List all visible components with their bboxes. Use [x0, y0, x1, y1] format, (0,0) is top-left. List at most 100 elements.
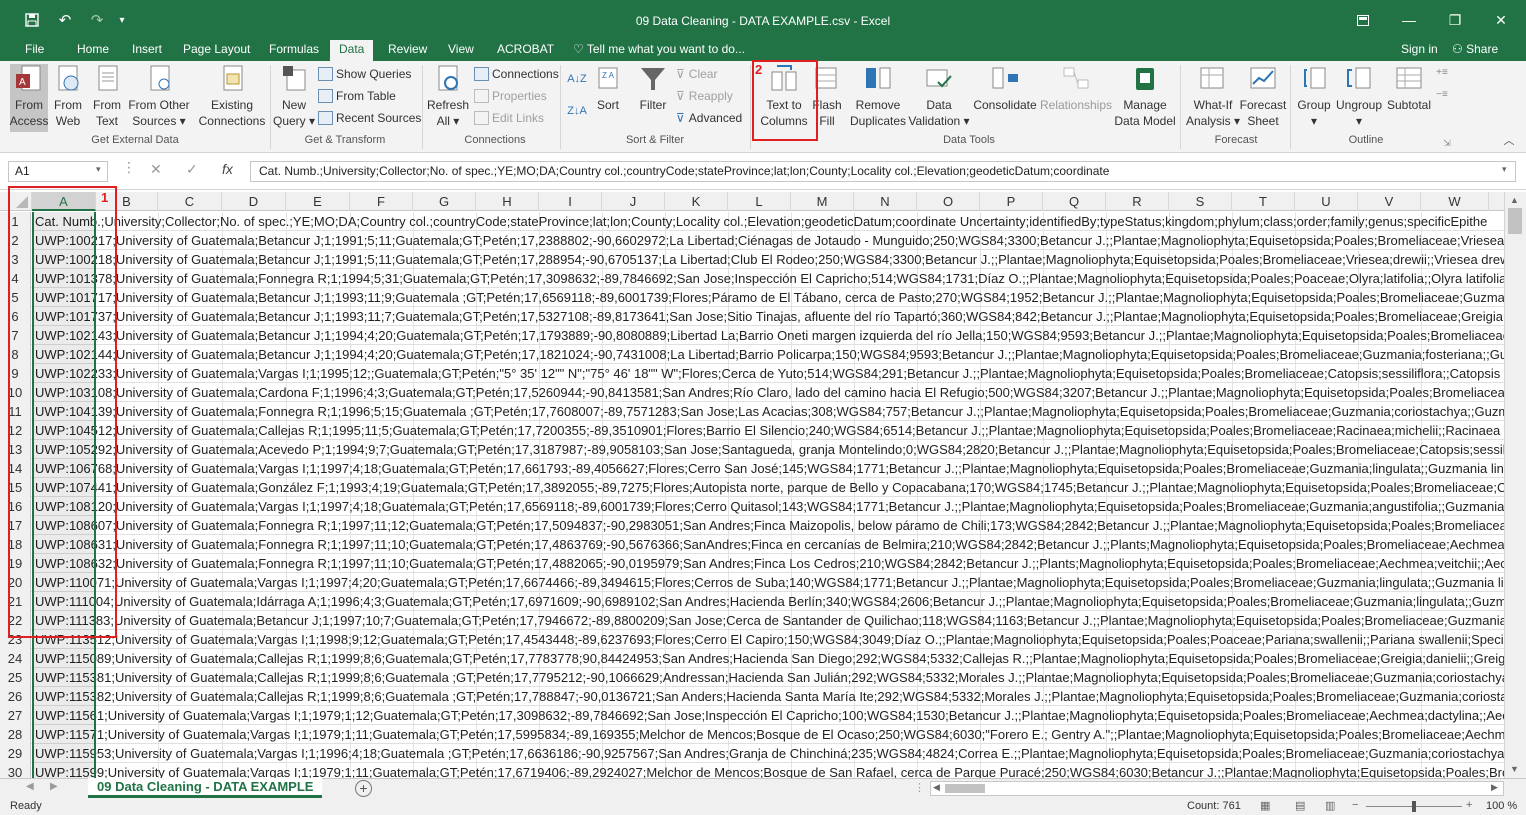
row-cell-text[interactable]: Cat. Numb.;University;Collector;No. of s…	[35, 212, 1487, 231]
row-cell-text[interactable]: UWP:102233;University of Guatemala;Varga…	[35, 364, 1504, 383]
row-cell-text[interactable]: UWP:101737;University of Guatemala;Betan…	[35, 307, 1504, 326]
row-cell-text[interactable]: UWP:102143;University of Guatemala;Betan…	[35, 326, 1504, 345]
outline-dialog-launcher-icon[interactable]: ⇲	[1442, 135, 1452, 151]
edit-links-button[interactable]: Edit Links	[474, 107, 544, 129]
new-sheet-icon[interactable]: +	[355, 780, 372, 797]
column-header-r[interactable]: R	[1106, 192, 1169, 211]
row-cell-text[interactable]: UWP:100218;University of Guatemala;Betan…	[35, 250, 1504, 269]
new-query-button[interactable]: New Query ▾	[273, 64, 315, 129]
ribbon-display-icon[interactable]	[1340, 0, 1386, 40]
refresh-all-button[interactable]: Refresh All ▾	[426, 64, 470, 129]
next-sheet-icon[interactable]: ▶	[50, 781, 58, 792]
tell-me-box[interactable]: ♡ Tell me what you want to do...	[564, 40, 754, 61]
show-queries-button[interactable]: Show Queries	[318, 63, 411, 85]
scroll-right-icon[interactable]: ▶	[1491, 782, 1498, 793]
sort-za-button[interactable]: Z↓A	[566, 103, 588, 119]
column-header-u[interactable]: U	[1295, 192, 1358, 211]
column-header-l[interactable]: L	[728, 192, 791, 211]
row-cell-text[interactable]: UWP:104512;University of Guatemala;Calle…	[35, 421, 1504, 440]
row-cell-text[interactable]: UWP:101717;University of Guatemala;Betan…	[35, 288, 1504, 307]
row-cell-text[interactable]: UWP:11571;University of Guatemala;Vargas…	[35, 725, 1504, 744]
column-header-o[interactable]: O	[917, 192, 980, 211]
row-cell-text[interactable]: UWP:100217;University of Guatemala;Betan…	[35, 231, 1504, 250]
row-header[interactable]: 25	[0, 668, 31, 687]
column-header-s[interactable]: S	[1169, 192, 1232, 211]
column-header-q[interactable]: Q	[1043, 192, 1106, 211]
worksheet-grid[interactable]: A B C D E F G H I J K L M N O P Q R S T …	[0, 192, 1504, 778]
row-header[interactable]: 26	[0, 687, 31, 706]
zoom-out-icon[interactable]: −	[1352, 799, 1358, 811]
properties-button[interactable]: Properties	[474, 85, 547, 107]
close-icon[interactable]: ✕	[1478, 0, 1524, 40]
column-header-k[interactable]: K	[665, 192, 728, 211]
remove-duplicates-button[interactable]: Remove Duplicates	[846, 64, 910, 129]
zoom-in-icon[interactable]: +	[1466, 799, 1472, 811]
name-box[interactable]: A1	[8, 161, 108, 182]
column-header-p[interactable]: P	[980, 192, 1043, 211]
sort-button[interactable]: Z A Sort	[592, 64, 624, 113]
group-button[interactable]: Group ▾	[1294, 64, 1334, 129]
consolidate-button[interactable]: Consolidate	[972, 64, 1038, 113]
filter-button[interactable]: Filter	[636, 64, 670, 113]
column-header-j[interactable]: J	[602, 192, 665, 211]
tab-page-layout[interactable]: Page Layout	[174, 40, 259, 61]
row-cell-text[interactable]: UWP:103108;University of Guatemala;Cardo…	[35, 383, 1504, 402]
from-text-button[interactable]: From Text	[92, 64, 122, 129]
from-table-button[interactable]: From Table	[318, 85, 396, 107]
from-access-button[interactable]: A From Access	[10, 64, 48, 132]
row-header[interactable]: 27	[0, 706, 31, 725]
column-header-f[interactable]: F	[350, 192, 413, 211]
tab-formulas[interactable]: Formulas	[260, 40, 328, 61]
column-header-n[interactable]: N	[854, 192, 917, 211]
reapply-button[interactable]: ⊽ Reapply	[676, 85, 733, 107]
row-cell-text[interactable]: UWP:105292;University of Guatemala;Aceve…	[35, 440, 1504, 459]
page-break-view-icon[interactable]: ▥	[1325, 799, 1335, 812]
forecast-sheet-button[interactable]: Forecast Sheet	[1240, 64, 1286, 129]
what-if-analysis-button[interactable]: What-If Analysis ▾	[1184, 64, 1242, 129]
column-header-e[interactable]: E	[286, 192, 350, 211]
normal-view-icon[interactable]: ▦	[1260, 799, 1270, 812]
row-cell-text[interactable]: UWP:106768;University of Guatemala;Varga…	[35, 459, 1504, 478]
hide-detail-icon[interactable]: −≡	[1434, 87, 1450, 103]
prev-sheet-icon[interactable]: ◀	[26, 781, 34, 792]
tab-view[interactable]: View	[439, 40, 483, 61]
collapse-ribbon-icon[interactable]: ︿	[1502, 133, 1516, 149]
zoom-level[interactable]: 100 %	[1486, 800, 1517, 812]
page-layout-view-icon[interactable]: ▤	[1295, 799, 1305, 812]
tab-home[interactable]: Home	[68, 40, 118, 61]
sign-in-link[interactable]: Sign in	[1401, 40, 1438, 59]
formula-input[interactable]: Cat. Numb.;University;Collector;No. of s…	[250, 161, 1516, 182]
row-cell-text[interactable]: UWP:101378;University of Guatemala;Fonne…	[35, 269, 1504, 288]
row-cell-text[interactable]: UWP:108607;University of Guatemala;Fonne…	[35, 516, 1504, 535]
row-header[interactable]: 24	[0, 649, 31, 668]
row-cell-text[interactable]: UWP:11599;University of Guatemala;Vargas…	[35, 763, 1504, 778]
from-web-button[interactable]: From Web	[53, 64, 83, 129]
tab-insert[interactable]: Insert	[123, 40, 171, 61]
column-header-i[interactable]: I	[539, 192, 602, 211]
row-cell-text[interactable]: UWP:108120;University of Guatemala;Varga…	[35, 497, 1504, 516]
row-cell-text[interactable]: UWP:115953;University of Guatemala;Varga…	[35, 744, 1504, 763]
name-box-dropdown-icon[interactable]: ▾	[96, 164, 101, 175]
tab-data[interactable]: Data	[330, 40, 374, 61]
cancel-icon[interactable]: ✕	[150, 161, 162, 178]
row-cell-text[interactable]: UWP:111383;University of Guatemala;Betan…	[35, 611, 1504, 630]
column-header-v[interactable]: V	[1358, 192, 1421, 211]
expand-formula-bar-icon[interactable]: ▾	[1502, 164, 1507, 175]
row-cell-text[interactable]: UWP:102144;University of Guatemala;Betan…	[35, 345, 1504, 364]
column-header-w[interactable]: W	[1421, 192, 1489, 211]
connections-button[interactable]: Connections	[474, 63, 559, 85]
tab-file[interactable]: File	[16, 40, 53, 61]
row-cell-text[interactable]: UWP:107441;University of Guatemala;Gonzá…	[35, 478, 1504, 497]
row-cell-text[interactable]: UWP:108632;University of Guatemala;Fonne…	[35, 554, 1504, 573]
column-header-c[interactable]: C	[158, 192, 222, 211]
hscroll-thumb[interactable]	[945, 784, 985, 793]
scroll-thumb[interactable]	[1508, 208, 1522, 234]
existing-connections-button[interactable]: Existing Connections	[198, 64, 266, 129]
sheet-tab-active[interactable]: 09 Data Cleaning - DATA EXAMPLE	[88, 778, 323, 798]
share-button[interactable]: ⚇ Share	[1452, 40, 1498, 59]
scroll-down-icon[interactable]: ▼	[1510, 764, 1519, 774]
row-cell-text[interactable]: UWP:108631;University of Guatemala;Fonne…	[35, 535, 1504, 554]
tab-split-handle[interactable]: ⋮	[914, 781, 925, 794]
scroll-up-icon[interactable]: ▲	[1510, 195, 1519, 205]
row-cell-text[interactable]: UWP:11561;University of Guatemala;Vargas…	[35, 706, 1504, 725]
